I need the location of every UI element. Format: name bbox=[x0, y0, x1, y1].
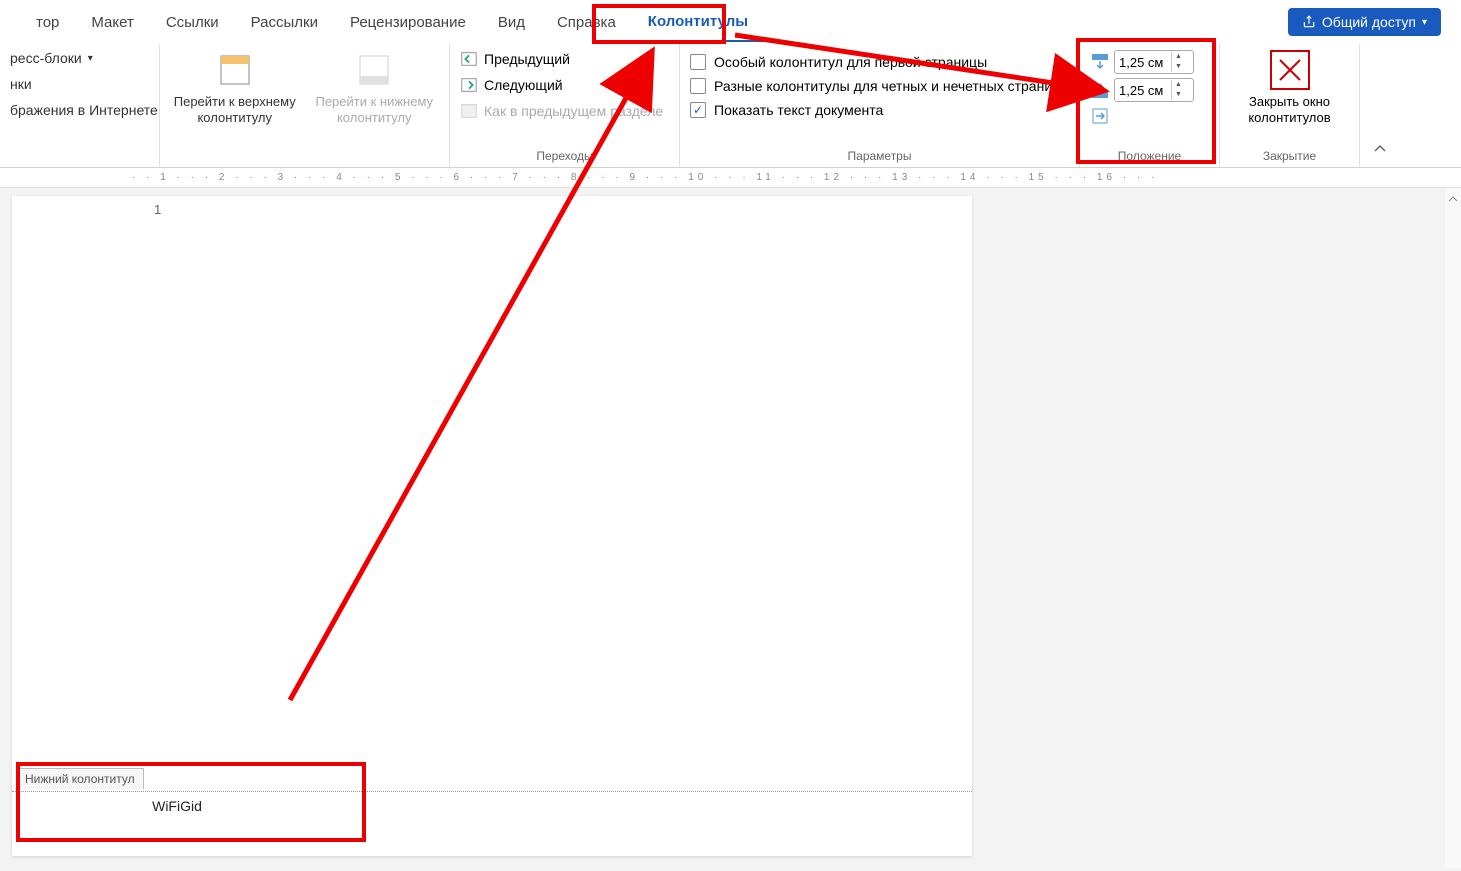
different-first-page-checkbox[interactable]: Особый колонтитул для первой страницы bbox=[690, 54, 1060, 70]
chevron-down-icon: ▾ bbox=[88, 53, 93, 64]
link-previous-button: Как в предыдущем разделе bbox=[460, 102, 663, 120]
ribbon: ресс-блоки ▾ нки бражения в Интернете Пе… bbox=[0, 44, 1461, 168]
tab-view[interactable]: Вид bbox=[482, 4, 541, 41]
tab-layout[interactable]: Макет bbox=[75, 4, 149, 41]
close-header-footer-button[interactable]: Закрыть окно колонтитулов bbox=[1230, 50, 1349, 125]
tab-review[interactable]: Рецензирование bbox=[334, 4, 482, 41]
document-area: 1 Нижний колонтитул WiFiGid bbox=[0, 188, 1461, 868]
page-number: 1 bbox=[154, 202, 161, 217]
checkbox-checked-icon: ✓ bbox=[690, 102, 706, 118]
ribbon-collapse-button[interactable] bbox=[1360, 44, 1400, 167]
ribbon-group-close: Закрыть окно колонтитулов Закрытие bbox=[1220, 44, 1360, 167]
footer-icon bbox=[354, 50, 394, 90]
link-icon bbox=[460, 102, 478, 120]
online-pictures-button[interactable]: бражения в Интернете bbox=[10, 102, 158, 118]
ribbon-group-position: ▲▼ ▲▼ Полож bbox=[1080, 44, 1220, 167]
ribbon-group-inserts: ресс-блоки ▾ нки бражения в Интернете bbox=[0, 44, 160, 167]
pictures-button[interactable]: нки bbox=[10, 76, 158, 92]
ribbon-tabs: тор Макет Ссылки Рассылки Рецензирование… bbox=[0, 0, 1461, 44]
show-document-text-checkbox[interactable]: ✓ Показать текст документа bbox=[690, 102, 1060, 118]
checkbox-icon bbox=[690, 78, 706, 94]
ribbon-group-transitions: Предыдущий Следующий Как в предыдущем ра… bbox=[450, 44, 680, 167]
next-icon bbox=[460, 76, 478, 94]
tab-mailings[interactable]: Рассылки bbox=[235, 4, 334, 41]
header-icon bbox=[215, 50, 255, 90]
annotation-position-highlight bbox=[1076, 38, 1216, 164]
next-button[interactable]: Следующий bbox=[460, 76, 663, 94]
share-button[interactable]: Общий доступ ▾ bbox=[1288, 8, 1441, 36]
quick-parts-button[interactable]: ресс-блоки ▾ bbox=[10, 50, 158, 66]
page[interactable]: 1 Нижний колонтитул WiFiGid bbox=[12, 196, 972, 856]
different-odd-even-checkbox[interactable]: Разные колонтитулы для четных и нечетных… bbox=[690, 78, 1060, 94]
vertical-scrollbar[interactable] bbox=[1445, 188, 1461, 868]
group-label-transitions: Переходы bbox=[460, 147, 669, 165]
goto-header-button[interactable]: Перейти к верхнему колонтитулу bbox=[170, 50, 300, 125]
checkbox-icon bbox=[690, 54, 706, 70]
chevron-down-icon: ▾ bbox=[1422, 17, 1427, 28]
group-label-options: Параметры bbox=[690, 147, 1069, 165]
close-icon bbox=[1270, 50, 1310, 90]
tab-links[interactable]: Ссылки bbox=[150, 4, 235, 41]
ribbon-group-options: Особый колонтитул для первой страницы Ра… bbox=[680, 44, 1080, 167]
previous-icon bbox=[460, 50, 478, 68]
ribbon-group-navigation: Перейти к верхнему колонтитулу Перейти к… bbox=[160, 44, 450, 167]
annotation-tab-highlight bbox=[592, 4, 726, 44]
goto-footer-button: Перейти к нижнему колонтитулу bbox=[310, 50, 440, 125]
tab-tor[interactable]: тор bbox=[20, 4, 75, 41]
horizontal-ruler[interactable]: · · 1 · · · 2 · · · 3 · · · 4 · · · 5 · … bbox=[0, 168, 1461, 188]
previous-button[interactable]: Предыдущий bbox=[460, 50, 663, 68]
share-label: Общий доступ bbox=[1322, 14, 1416, 30]
annotation-footer-highlight bbox=[16, 762, 366, 842]
share-icon bbox=[1302, 15, 1316, 29]
group-label-close: Закрытие bbox=[1230, 147, 1349, 165]
